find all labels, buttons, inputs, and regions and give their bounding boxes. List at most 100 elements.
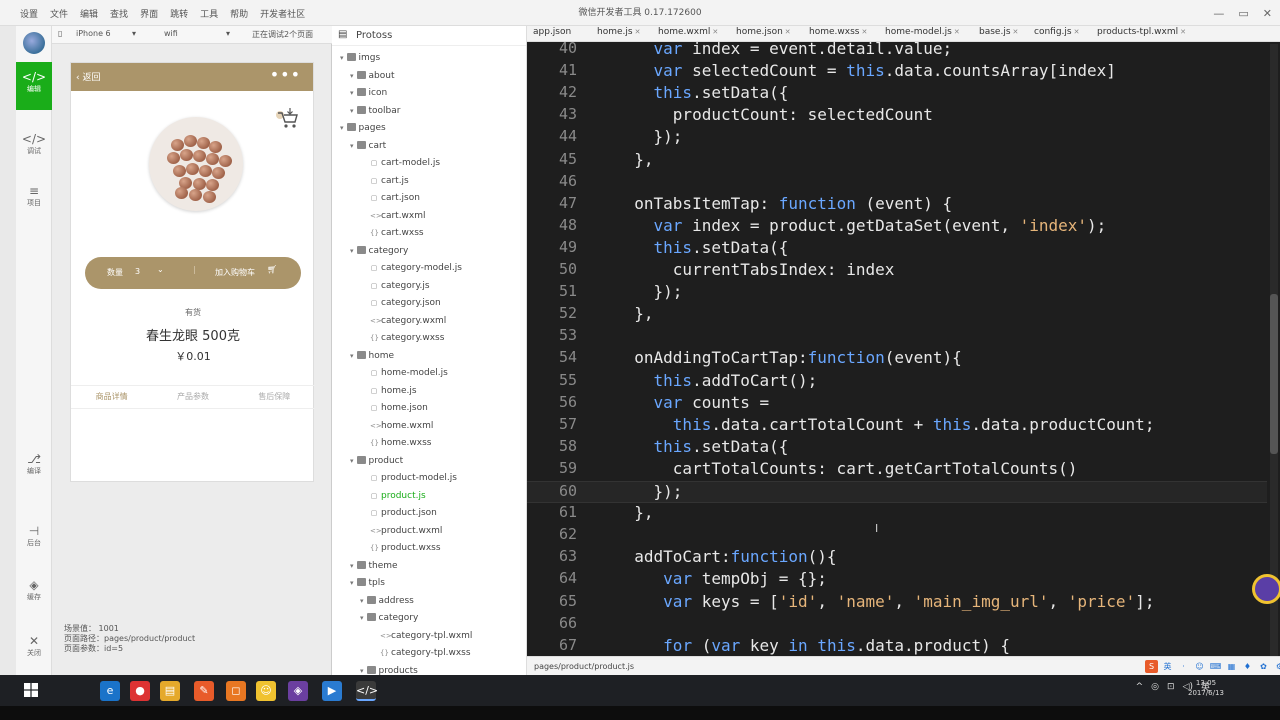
editor-tab[interactable]: config.js ✕ — [1034, 27, 1079, 37]
tree-folder[interactable]: ▾ theme — [350, 558, 398, 575]
tray-icon[interactable]: ◎ — [1151, 682, 1159, 692]
code-line[interactable]: 59 cartTotalCounts: cart.getCartTotalCou… — [527, 459, 1267, 481]
taskbar-app-icon[interactable]: ▤ — [160, 681, 180, 701]
ime-icon[interactable]: ⚙ — [1273, 660, 1280, 673]
code-line[interactable]: 58 this.setData({ — [527, 437, 1267, 459]
network-select[interactable]: wifi — [164, 29, 178, 38]
code-line[interactable]: 63 addToCart:function(){ — [527, 547, 1267, 569]
code-line[interactable]: 53 — [527, 326, 1267, 348]
menu-item[interactable]: 跳转 — [170, 7, 188, 20]
editor-tab[interactable]: home.wxss ✕ — [809, 27, 867, 37]
menu-item[interactable]: 编辑 — [80, 7, 98, 20]
editor-tab[interactable]: home.js ✕ — [597, 27, 640, 37]
tree-file[interactable]: ▢ home.js — [360, 383, 417, 400]
tree-folder[interactable]: ▾ toolbar — [350, 103, 401, 120]
editor-tab[interactable]: home.json ✕ — [736, 27, 791, 37]
tree-file[interactable]: ▢ category.js — [360, 278, 430, 295]
more-menu-button[interactable]: ••• — [270, 65, 301, 84]
menu-item[interactable]: 文件 — [50, 7, 68, 20]
compile-button[interactable]: ⎇ 编译 — [16, 444, 52, 492]
editor-tab[interactable]: home.wxml ✕ — [658, 27, 718, 37]
ime-icon[interactable]: S — [1145, 660, 1158, 673]
code-line[interactable]: 67 for (var key in this.data.product) { — [527, 636, 1267, 656]
editor-tab[interactable]: base.js ✕ — [979, 27, 1018, 37]
tray-icon[interactable]: ⊡ — [1167, 682, 1175, 692]
tree-folder[interactable]: ▾ about — [350, 68, 394, 85]
code-line[interactable]: 54 onAddingToCartTap:function(event){ — [527, 348, 1267, 370]
code-line[interactable]: 42 this.setData({ — [527, 83, 1267, 105]
background-button[interactable]: ⊣ 后台 — [16, 516, 52, 564]
avatar[interactable] — [23, 32, 45, 54]
close-icon[interactable]: ✕ — [1013, 28, 1019, 36]
editor-tab[interactable]: products-tpl.wxml ✕ — [1097, 27, 1186, 37]
tree-file[interactable]: ▢ product.js — [360, 488, 426, 505]
code-line[interactable]: 56 var counts = — [527, 393, 1267, 415]
tab-after-sales[interactable]: 售后保障 — [234, 386, 315, 408]
tree-file[interactable]: <>category-tpl.wxml — [370, 628, 472, 645]
code-line[interactable]: 45 }, — [527, 150, 1267, 172]
scrollbar-thumb[interactable] — [1270, 294, 1278, 454]
tree-file[interactable]: {} cart.wxss — [360, 225, 424, 242]
tree-folder[interactable]: ▾ category — [360, 610, 418, 627]
code-line[interactable]: 40 var index = event.detail.value; — [527, 42, 1267, 61]
code-line[interactable]: 48 var index = product.getDataSet(event,… — [527, 216, 1267, 238]
tree-file[interactable]: <>home.wxml — [360, 418, 433, 435]
tray-icon[interactable]: ^ — [1136, 682, 1144, 692]
tree-file[interactable]: ▢ cart.json — [360, 190, 420, 207]
ime-icon[interactable]: ▦ — [1225, 660, 1238, 673]
code-line[interactable]: 46 — [527, 172, 1267, 194]
close-icon[interactable]: ✕ — [785, 28, 791, 36]
ime-icon[interactable]: ✿ — [1257, 660, 1270, 673]
tree-folder[interactable]: ▾ tpls — [350, 575, 385, 592]
menu-item[interactable]: 工具 — [200, 7, 218, 20]
code-line[interactable]: 52 }, — [527, 304, 1267, 326]
tree-folder[interactable]: ▾ home — [350, 348, 394, 365]
menu-item[interactable]: 设置 — [20, 7, 38, 20]
code-line[interactable]: 62 — [527, 525, 1267, 547]
tree-file[interactable]: ▢ category.json — [360, 295, 441, 312]
tree-file[interactable]: {} category.wxss — [360, 330, 444, 347]
tree-folder[interactable]: ▾ category — [350, 243, 408, 260]
code-line[interactable]: 47 onTabsItemTap: function (event) { — [527, 194, 1267, 216]
ime-icon[interactable]: · — [1177, 660, 1190, 673]
device-select[interactable]: iPhone 6 — [76, 29, 111, 38]
tree-file[interactable]: <>category.wxml — [360, 313, 446, 330]
taskbar-app-icon[interactable]: ◈ — [288, 681, 308, 701]
code-line[interactable]: 61 }, — [527, 503, 1267, 525]
close-icon[interactable]: ✕ — [1180, 28, 1186, 36]
tree-file[interactable]: ▢ cart.js — [360, 173, 409, 190]
tab-params[interactable]: 产品参数 — [152, 386, 233, 408]
code-line[interactable]: 50 currentTabsIndex: index — [527, 260, 1267, 282]
cache-button[interactable]: ◈ 缓存 — [16, 570, 52, 618]
taskbar-app-icon[interactable]: </> — [356, 681, 378, 701]
taskbar-app-icon[interactable]: ☺ — [256, 681, 276, 701]
ime-icon[interactable]: 英 — [1161, 660, 1174, 673]
maximize-button[interactable]: ▭ — [1238, 7, 1248, 20]
taskbar-app-icon[interactable]: ✎ — [194, 681, 214, 701]
windows-start-icon[interactable] — [24, 683, 38, 697]
ime-icon[interactable]: ♦ — [1241, 660, 1254, 673]
clock[interactable]: 13:05 2017/6/13 — [1188, 678, 1224, 698]
ime-icon[interactable]: ⌨ — [1209, 660, 1222, 673]
code-line[interactable]: 51 }); — [527, 282, 1267, 304]
close-icon[interactable]: ✕ — [635, 28, 641, 36]
tree-file[interactable]: <>cart.wxml — [360, 208, 426, 225]
menu-item[interactable]: 界面 — [140, 7, 158, 20]
menu-item[interactable]: 开发者社区 — [260, 7, 305, 20]
close-icon[interactable]: ✕ — [954, 28, 960, 36]
taskbar-app-icon[interactable]: ▶ — [322, 681, 342, 701]
code-area[interactable]: 40 var index = event.detail.value; 41 var… — [527, 42, 1267, 656]
tree-folder[interactable]: ▾ address — [360, 593, 414, 610]
close-icon[interactable]: ✕ — [1074, 28, 1080, 36]
ime-icon[interactable]: ☺ — [1193, 660, 1206, 673]
close-icon[interactable]: ✕ — [712, 28, 718, 36]
code-line[interactable]: 64 var tempObj = {}; — [527, 569, 1267, 591]
menu-item[interactable]: 帮助 — [230, 7, 248, 20]
editor-mode-button[interactable]: </> 编辑 — [16, 62, 52, 110]
tree-file[interactable]: ▢ category-model.js — [360, 260, 462, 277]
tree-file[interactable]: ▢ product.json — [360, 505, 437, 522]
tree-folder[interactable]: ▾ imgs — [340, 50, 380, 67]
taskbar-app-icon[interactable]: ◻ — [226, 681, 246, 701]
cart-icon[interactable] — [275, 107, 299, 129]
scrollbar[interactable] — [1270, 44, 1278, 656]
